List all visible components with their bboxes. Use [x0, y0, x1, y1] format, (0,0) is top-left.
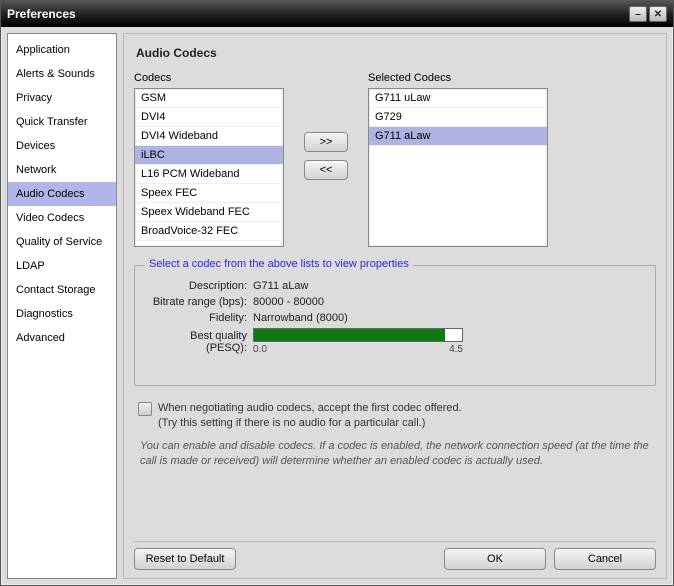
main-panel: Audio Codecs Codecs GSM DVI4 DVI4 Wideba… — [123, 33, 667, 579]
codec-item[interactable]: GSM — [135, 89, 283, 108]
sidebar-item-alerts-sounds[interactable]: Alerts & Sounds — [8, 62, 116, 86]
properties-legend: Select a codec from the above lists to v… — [145, 258, 413, 270]
sidebar-item-advanced[interactable]: Advanced — [8, 326, 116, 350]
ok-button[interactable]: OK — [444, 548, 546, 570]
codec-item[interactable]: iLBC — [135, 146, 283, 165]
selected-codecs-column: Selected Codecs G711 uLaw G729 G711 aLaw — [368, 72, 548, 247]
quality-bar — [253, 328, 463, 342]
content-area: Application Alerts & Sounds Privacy Quic… — [1, 27, 673, 585]
quality-min: 0.0 — [253, 344, 267, 355]
footer: Reset to Default OK Cancel — [134, 541, 656, 570]
fidelity-label: Fidelity: — [147, 312, 253, 324]
codecs-label: Codecs — [134, 72, 284, 84]
move-buttons: >> << — [304, 132, 348, 180]
sidebar: Application Alerts & Sounds Privacy Quic… — [7, 33, 117, 579]
sidebar-item-network[interactable]: Network — [8, 158, 116, 182]
codec-item[interactable]: BroadVoice-32 FEC — [135, 222, 283, 241]
accept-first-label: When negotiating audio codecs, accept th… — [158, 402, 462, 414]
sidebar-item-video-codecs[interactable]: Video Codecs — [8, 206, 116, 230]
accept-first-hint: (Try this setting if there is no audio f… — [158, 417, 462, 429]
move-right-button[interactable]: >> — [304, 132, 348, 152]
sidebar-item-ldap[interactable]: LDAP — [8, 254, 116, 278]
page-title: Audio Codecs — [136, 46, 656, 60]
codec-item[interactable]: DVI4 Wideband — [135, 127, 283, 146]
codec-item[interactable]: L16 PCM Wideband — [135, 165, 283, 184]
selected-codec-item[interactable]: G729 — [369, 108, 547, 127]
sidebar-item-privacy[interactable]: Privacy — [8, 86, 116, 110]
codec-item[interactable]: DVI4 — [135, 108, 283, 127]
selected-codecs-label: Selected Codecs — [368, 72, 548, 84]
minimize-icon: – — [635, 9, 641, 20]
close-icon: ✕ — [654, 9, 662, 20]
codec-properties: Select a codec from the above lists to v… — [134, 265, 656, 386]
fidelity-value: Narrowband (8000) — [253, 312, 348, 324]
sidebar-item-diagnostics[interactable]: Diagnostics — [8, 302, 116, 326]
accept-first-row: When negotiating audio codecs, accept th… — [138, 402, 656, 429]
codec-area: Codecs GSM DVI4 DVI4 Wideband iLBC L16 P… — [134, 72, 656, 247]
bitrate-label: Bitrate range (bps): — [147, 296, 253, 308]
sidebar-item-quality-of-service[interactable]: Quality of Service — [8, 230, 116, 254]
minimize-button[interactable]: – — [629, 6, 647, 22]
codec-item[interactable]: Speex Wideband FEC — [135, 203, 283, 222]
preferences-window: Preferences – ✕ Application Alerts & Sou… — [0, 0, 674, 586]
selected-codec-item[interactable]: G711 aLaw — [369, 127, 547, 146]
quality-max: 4.5 — [449, 344, 463, 355]
quality-fill — [254, 329, 445, 341]
sidebar-item-quick-transfer[interactable]: Quick Transfer — [8, 110, 116, 134]
sidebar-item-devices[interactable]: Devices — [8, 134, 116, 158]
reset-to-default-button[interactable]: Reset to Default — [134, 548, 236, 570]
codec-item[interactable]: Speex FEC — [135, 184, 283, 203]
move-left-button[interactable]: << — [304, 160, 348, 180]
close-button[interactable]: ✕ — [649, 6, 667, 22]
description-label: Description: — [147, 280, 253, 292]
cancel-button[interactable]: Cancel — [554, 548, 656, 570]
bitrate-value: 80000 - 80000 — [253, 296, 324, 308]
available-codecs-column: Codecs GSM DVI4 DVI4 Wideband iLBC L16 P… — [134, 72, 284, 247]
description-value: G711 aLaw — [253, 280, 308, 292]
selected-codecs-list[interactable]: G711 uLaw G729 G711 aLaw — [368, 88, 548, 247]
available-codecs-list[interactable]: GSM DVI4 DVI4 Wideband iLBC L16 PCM Wide… — [134, 88, 284, 247]
titlebar: Preferences – ✕ — [1, 1, 673, 27]
sidebar-item-audio-codecs[interactable]: Audio Codecs — [8, 182, 116, 206]
accept-first-checkbox[interactable] — [138, 402, 152, 416]
quality-label: Best quality (PESQ): — [147, 330, 253, 354]
sidebar-item-contact-storage[interactable]: Contact Storage — [8, 278, 116, 302]
selected-codec-item[interactable]: G711 uLaw — [369, 89, 547, 108]
window-title: Preferences — [7, 7, 76, 21]
sidebar-item-application[interactable]: Application — [8, 38, 116, 62]
info-hint: You can enable and disable codecs. If a … — [140, 439, 650, 470]
